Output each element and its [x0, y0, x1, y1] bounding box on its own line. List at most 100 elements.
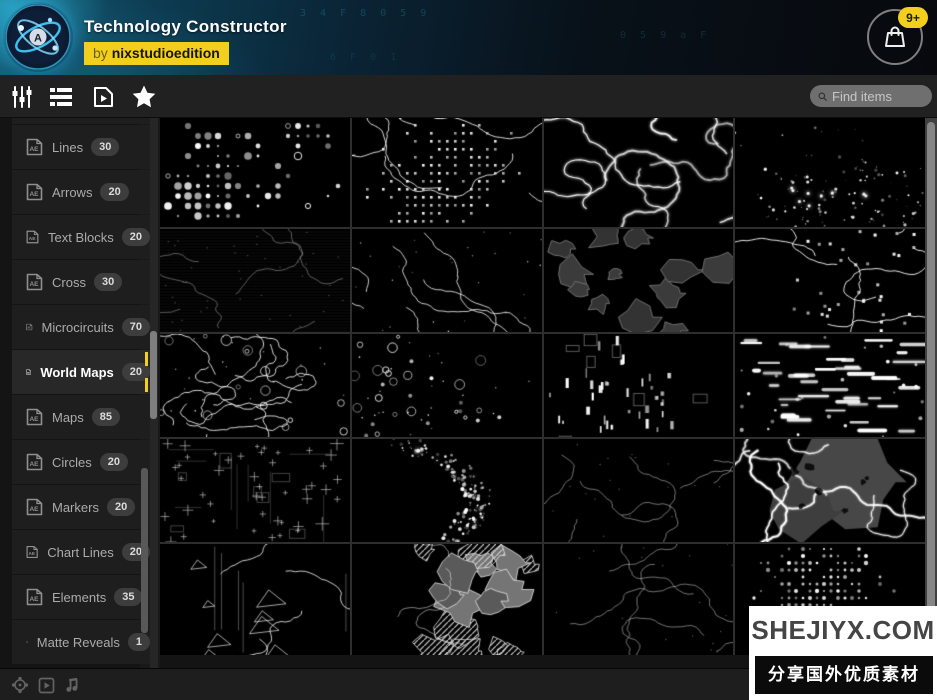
- toolbar: [0, 75, 937, 118]
- world-map-thumb-2[interactable]: [352, 118, 542, 227]
- world-map-thumb-3[interactable]: [544, 118, 734, 227]
- sidebar-item-arrows[interactable]: AE Arrows 20: [12, 170, 150, 214]
- category-label: Markers: [52, 500, 99, 515]
- category-label: Elements: [52, 590, 106, 605]
- svg-text:AE: AE: [29, 191, 39, 198]
- category-label: Lines: [52, 140, 83, 155]
- ae-file-icon: AE: [26, 588, 43, 606]
- settings-button[interactable]: [9, 675, 31, 695]
- svg-text:AE: AE: [29, 596, 39, 603]
- category-count-badge: 35: [114, 588, 142, 606]
- category-count-badge: 70: [122, 318, 150, 336]
- category-label: Matte Reveals: [37, 635, 120, 650]
- sidebar-item-text-blocks[interactable]: AE Text Blocks 20: [12, 215, 150, 259]
- app-header: 3 4 F 8 0 5 9 0 5 9 a F 6 F 0 1 A Techno…: [0, 0, 937, 75]
- world-map-thumb-16[interactable]: [735, 439, 925, 542]
- world-map-thumb-19[interactable]: [544, 544, 734, 655]
- sidebar-item-chart-lines[interactable]: AE Chart Lines 20: [12, 530, 150, 574]
- header-bg-glyphs: 3 4 F 8 0 5 9: [300, 8, 430, 19]
- ae-file-icon: AE: [26, 633, 28, 651]
- svg-text:AE: AE: [29, 506, 39, 513]
- world-map-thumb-18[interactable]: [352, 544, 542, 655]
- video-preview-icon: [38, 677, 55, 694]
- cart-button[interactable]: 9+: [867, 9, 923, 65]
- world-map-thumb-12[interactable]: [735, 334, 925, 437]
- title-block: Technology Constructor by nixstudioediti…: [84, 17, 287, 65]
- audio-button[interactable]: [61, 675, 83, 695]
- list-view-icon: [48, 85, 74, 109]
- svg-text:AE: AE: [29, 551, 36, 556]
- world-map-thumb-4[interactable]: [735, 118, 925, 227]
- svg-text:AE: AE: [27, 371, 30, 374]
- settings-icon: [11, 676, 29, 694]
- audio-icon: [63, 677, 81, 694]
- items-grid: [160, 118, 925, 655]
- ae-file-icon: AE: [26, 453, 43, 471]
- sidebar-item-maps[interactable]: AE Maps 85: [12, 395, 150, 439]
- world-map-thumb-1[interactable]: [160, 118, 350, 227]
- cart-count-badge: 9+: [898, 7, 928, 28]
- preview-doc-button[interactable]: [88, 83, 118, 111]
- world-map-thumb-8[interactable]: [735, 229, 925, 332]
- svg-text:AE: AE: [29, 146, 39, 153]
- category-count-badge: 30: [94, 273, 122, 291]
- world-map-thumb-7[interactable]: [544, 229, 734, 332]
- sidebar-item-circles[interactable]: AE Circles 20: [12, 440, 150, 484]
- app-logo-atom-icon: A: [3, 2, 73, 72]
- sidebar-item-world-maps[interactable]: AE World Maps 20: [12, 350, 150, 394]
- category-label: Microcircuits: [42, 320, 114, 335]
- sidebar-scrollbar-thumb[interactable]: [150, 331, 157, 419]
- filters-icon: [10, 85, 34, 109]
- category-list: AE Lines 30 AE Arrows 20 AE Text Blocks …: [12, 118, 150, 665]
- shopping-bag-icon: [882, 24, 908, 50]
- list-view-button[interactable]: [46, 83, 76, 111]
- world-map-thumb-13[interactable]: [160, 439, 350, 542]
- category-count-badge: 20: [107, 498, 135, 516]
- world-map-thumb-14[interactable]: [352, 439, 542, 542]
- world-map-thumb-11[interactable]: [544, 334, 734, 437]
- world-map-thumb-17[interactable]: [160, 544, 350, 655]
- category-label: Cross: [52, 275, 86, 290]
- category-label: Maps: [52, 410, 84, 425]
- category-count-badge: 20: [122, 228, 150, 246]
- category-count-badge: 20: [100, 183, 128, 201]
- sidebar-item-elements[interactable]: AE Elements 35: [12, 575, 150, 619]
- video-preview-button[interactable]: [35, 675, 57, 695]
- category-count-badge: 85: [92, 408, 120, 426]
- world-map-thumb-6[interactable]: [352, 229, 542, 332]
- header-bg-glyphs: 0 5 9 a F: [620, 30, 710, 41]
- sidebar-item-matte-reveals[interactable]: AE Matte Reveals 1: [12, 620, 150, 664]
- ae-file-icon: AE: [26, 498, 43, 516]
- filters-button[interactable]: [7, 83, 37, 111]
- category-label: Text Blocks: [48, 230, 114, 245]
- category-label: World Maps: [40, 365, 113, 380]
- world-map-thumb-5[interactable]: [160, 229, 350, 332]
- svg-text:AE: AE: [29, 416, 39, 423]
- category-label: Circles: [52, 455, 92, 470]
- sidebar-item-cross[interactable]: AE Cross 30: [12, 260, 150, 304]
- ae-file-icon: AE: [26, 543, 38, 561]
- ae-file-icon: AE: [26, 138, 43, 156]
- search-box[interactable]: [810, 85, 932, 107]
- category-count-badge: 20: [122, 363, 150, 381]
- favorites-button[interactable]: [129, 83, 159, 111]
- category-label: Arrows: [52, 185, 92, 200]
- category-count-badge: 30: [91, 138, 119, 156]
- world-map-thumb-15[interactable]: [544, 439, 734, 542]
- scrollbar-thumb-secondary[interactable]: [141, 468, 148, 633]
- ae-file-icon: AE: [26, 183, 43, 201]
- content-scrollbar-track[interactable]: [925, 118, 937, 655]
- content-scrollbar-thumb[interactable]: [927, 122, 935, 627]
- world-map-thumb-10[interactable]: [352, 334, 542, 437]
- watermark-tagline: 分享国外优质素材: [755, 656, 933, 694]
- header-bg-glyphs: 6 F 0 1: [330, 52, 400, 63]
- search-input[interactable]: [832, 89, 924, 104]
- sidebar-item-microcircuits[interactable]: AE Microcircuits 70: [12, 305, 150, 349]
- svg-text:AE: AE: [29, 236, 37, 242]
- sidebar-item-markers[interactable]: AE Markers 20: [12, 485, 150, 529]
- svg-text:AE: AE: [29, 461, 39, 468]
- svg-text:A: A: [34, 33, 42, 45]
- svg-text:AE: AE: [29, 281, 39, 288]
- sidebar-item-lines[interactable]: AE Lines 30: [12, 125, 150, 169]
- world-map-thumb-9[interactable]: [160, 334, 350, 437]
